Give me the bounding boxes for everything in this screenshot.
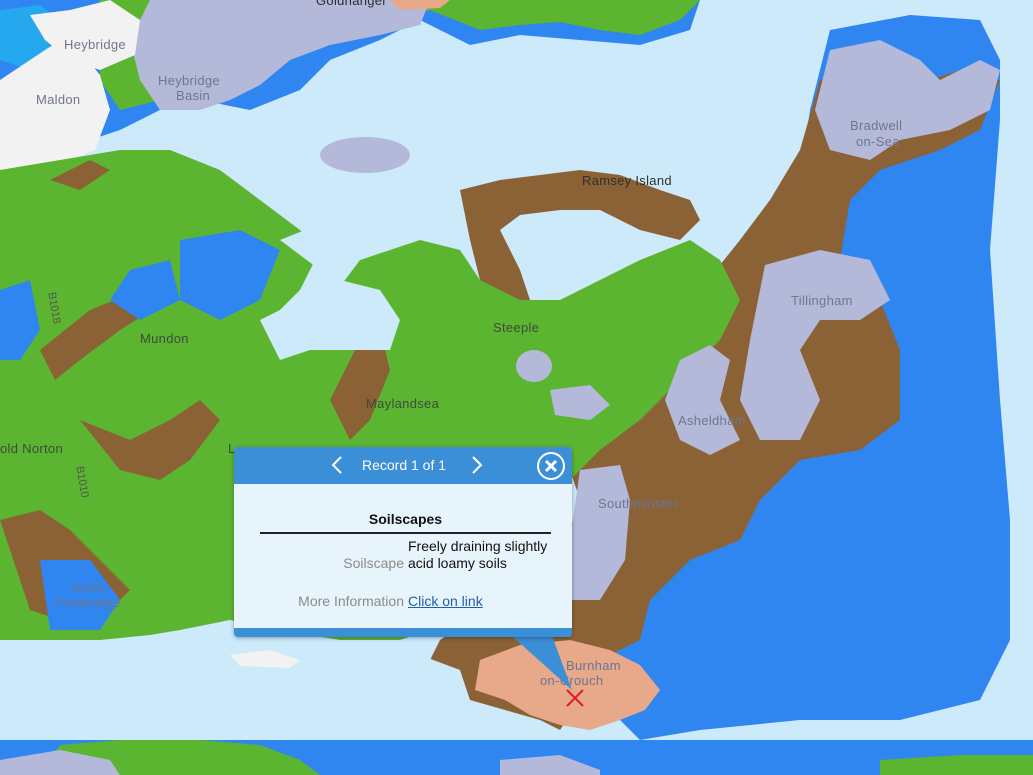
popup-header: Record 1 of 1 [234,447,572,484]
place-label: Basin [176,88,211,103]
title-divider [260,532,551,534]
place-label: Southminster [598,496,679,511]
place-label: on-Sea [856,134,900,149]
place-label: Maldon [36,92,81,107]
place-label: old Norton [0,441,63,456]
place-label: Asheldham [678,413,746,428]
place-label: Bradwell [850,118,903,133]
place-label: Heybridge [158,73,220,88]
popup-footer [234,628,572,637]
soilscape-value: Freely draining slightly acid loamy soil… [408,538,548,571]
river-lavender [320,137,410,173]
record-counter: Record 1 of 1 [361,457,447,473]
place-label: Steeple [493,320,540,335]
place-label: North [72,580,106,595]
place-label: Heybridge [64,37,126,52]
place-label: Tillingham [791,293,853,308]
place-label: Mundon [140,331,189,346]
steeple-lavender [516,350,552,382]
place-label: Goldhanger [316,0,387,8]
more-information-label: More Information [298,593,404,609]
place-label: Maylandsea [366,396,440,411]
place-label: Burnham [566,658,621,673]
next-record-icon[interactable] [464,453,488,477]
place-label: on-Crouch [540,673,604,688]
close-icon[interactable] [536,451,566,481]
soilscape-label: Soilscape [343,555,404,571]
popup-title: Soilscapes [368,511,443,527]
place-label: Ramsey Island [582,173,672,188]
soil-map[interactable] [0,0,1033,775]
more-information-link[interactable]: Click on link [408,593,483,609]
place-label: Fambridge [56,595,121,610]
identify-popup: Record 1 of 1 Soilscapes Soilscape Freel… [234,447,572,637]
